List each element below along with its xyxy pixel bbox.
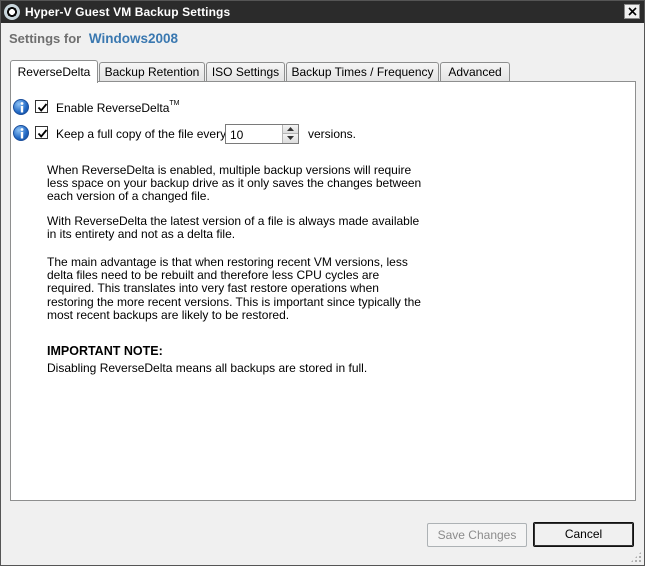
window-title: Hyper-V Guest VM Backup Settings xyxy=(25,5,231,19)
info-glyph-icon xyxy=(20,102,24,113)
resize-grip[interactable] xyxy=(630,551,642,563)
enable-label-text: Enable ReverseDelta xyxy=(56,101,170,115)
app-logo-icon xyxy=(4,4,20,20)
close-icon xyxy=(628,7,637,16)
stepper-down-button[interactable] xyxy=(283,134,298,143)
vm-name: Windows2008 xyxy=(88,31,179,46)
versions-suffix: versions. xyxy=(308,127,357,141)
enable-reverse-delta-row: Enable ReverseDeltaTM xyxy=(11,99,411,117)
checkmark-icon xyxy=(37,129,48,138)
tab-reverse-delta[interactable]: ReverseDelta xyxy=(10,60,98,83)
trademark-mark: TM xyxy=(169,100,180,107)
description-paragraph: The main advantage is that when restorin… xyxy=(47,255,421,322)
cancel-button[interactable]: Cancel xyxy=(533,522,634,547)
full-copy-checkbox[interactable] xyxy=(35,126,48,139)
full-copy-row: Keep a full copy of the file every 10 ve… xyxy=(11,124,411,144)
info-glyph-icon xyxy=(20,128,24,139)
tab-backup-times-frequency[interactable]: Backup Times / Frequency xyxy=(286,62,439,82)
full-copy-label: Keep a full copy of the file every xyxy=(56,127,227,141)
arrow-up-icon xyxy=(287,127,294,131)
close-button[interactable] xyxy=(624,4,640,19)
tab-label: ReverseDelta xyxy=(17,65,91,79)
tab-advanced[interactable]: Advanced xyxy=(440,62,510,82)
version-count-value: 10 xyxy=(230,128,244,142)
settings-for-label: Settings for xyxy=(9,31,82,46)
info-icon[interactable] xyxy=(13,125,29,141)
important-note-text: Disabling ReverseDelta means all backups… xyxy=(47,361,368,375)
tab-label: Backup Retention xyxy=(104,65,200,79)
stepper-up-button[interactable] xyxy=(283,125,298,134)
tab-label: Backup Times / Frequency xyxy=(291,65,434,79)
arrow-down-icon xyxy=(287,136,294,140)
version-count-stepper[interactable]: 10 xyxy=(225,124,299,144)
reverse-delta-panel: Enable ReverseDeltaTM Keep a full copy o… xyxy=(10,81,636,501)
tab-iso-settings[interactable]: ISO Settings xyxy=(206,62,285,82)
enable-reverse-delta-label: Enable ReverseDeltaTM xyxy=(56,100,180,115)
title-bar[interactable]: Hyper-V Guest VM Backup Settings xyxy=(1,1,644,23)
checkmark-icon xyxy=(37,103,48,112)
tab-label: Advanced xyxy=(448,65,502,79)
enable-reverse-delta-checkbox[interactable] xyxy=(35,100,48,113)
save-changes-button[interactable]: Save Changes xyxy=(427,523,527,547)
settings-for-heading: Settings for Windows2008 xyxy=(9,31,178,46)
backup-settings-window: Hyper-V Guest VM Backup Settings Setting… xyxy=(0,0,645,566)
important-note-title: IMPORTANT NOTE: xyxy=(47,344,163,358)
tab-label: ISO Settings xyxy=(211,65,280,79)
info-icon[interactable] xyxy=(13,99,29,115)
stepper-buttons xyxy=(282,125,298,143)
tab-backup-retention[interactable]: Backup Retention xyxy=(99,62,205,82)
description-paragraph: When ReverseDelta is enabled, multiple b… xyxy=(47,163,422,204)
description-paragraph: With ReverseDelta the latest version of … xyxy=(47,214,420,242)
